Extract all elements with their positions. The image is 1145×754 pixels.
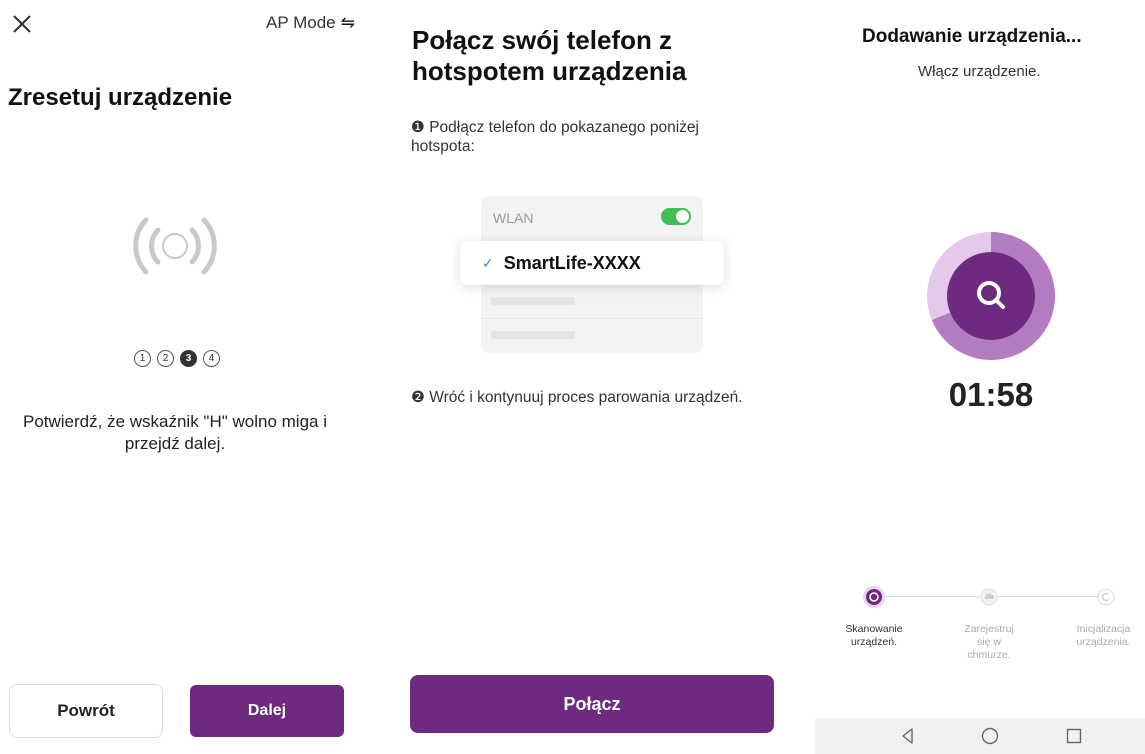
init-step-icon bbox=[1097, 588, 1115, 611]
progress-label-cloud: Zarejestruj się w chmurze. bbox=[964, 623, 1014, 661]
step-1: 1 bbox=[134, 350, 151, 367]
hotspot-title: Połącz swój telefon z hotspotem urządzen… bbox=[412, 25, 687, 86]
wlan-label: WLAN bbox=[493, 210, 534, 226]
close-icon bbox=[13, 15, 31, 33]
connect-button[interactable]: Połącz bbox=[410, 675, 774, 733]
ap-mode-label: AP Mode bbox=[266, 13, 336, 32]
back-button[interactable]: Powrót bbox=[9, 684, 163, 738]
step-2-marker: ❷ bbox=[411, 389, 425, 406]
step-2-text: Wróć i kontynuuj proces parowania urządz… bbox=[429, 389, 743, 406]
step-2: 2 bbox=[157, 350, 174, 367]
network-item-selected: ✓ SmartLife-XXXX bbox=[460, 241, 724, 285]
placeholder-network bbox=[491, 297, 575, 305]
step-1-text: Podłącz telefon do pokazanego poniżej ho… bbox=[411, 119, 699, 155]
reset-instruction: Potwierdź, że wskaźnik "H" wolno miga i … bbox=[22, 412, 327, 453]
step-3-active: 3 bbox=[180, 350, 197, 367]
step-indicator: 1 2 3 4 bbox=[134, 350, 234, 370]
checkmark-icon: ✓ bbox=[482, 254, 494, 271]
next-button[interactable]: Dalej bbox=[190, 685, 344, 737]
progress-label-init: Inicjalizacja urządzenia. bbox=[1076, 623, 1131, 648]
cloud-step-icon bbox=[980, 588, 998, 611]
scanning-animation bbox=[927, 232, 1055, 360]
instruction-step-1: ❶ Podłącz telefon do pokazanego poniżej … bbox=[411, 118, 761, 156]
instruction-step-2: ❷ Wróć i kontynuuj proces parowania urzą… bbox=[411, 388, 761, 407]
system-navigation-bar bbox=[815, 718, 1145, 754]
step-4: 4 bbox=[203, 350, 220, 367]
countdown-timer: 01:58 bbox=[948, 376, 1034, 413]
close-button[interactable] bbox=[8, 10, 36, 38]
adding-title: Dodawanie urządzenia... bbox=[862, 26, 1082, 47]
switch-arrows-icon: ⇋ bbox=[340, 13, 355, 32]
step-1-marker: ❶ bbox=[411, 119, 425, 136]
nav-back-icon[interactable] bbox=[898, 726, 918, 746]
wlan-toggle bbox=[661, 208, 691, 225]
scan-step-icon bbox=[862, 585, 886, 614]
placeholder-network bbox=[491, 331, 575, 339]
adding-subtitle: Włącz urządzenie. bbox=[918, 63, 1041, 80]
nav-home-icon[interactable] bbox=[980, 726, 1000, 746]
signal-broadcast-icon bbox=[128, 214, 222, 278]
network-name: SmartLife-XXXX bbox=[503, 252, 641, 273]
ap-mode-switch[interactable]: AP Mode ⇋ bbox=[266, 13, 355, 33]
nav-recents-icon[interactable] bbox=[1064, 726, 1084, 746]
progress-label-scan: Skanowanie urządzeń. bbox=[845, 623, 903, 648]
page-title: Zresetuj urządzenie bbox=[8, 84, 233, 111]
